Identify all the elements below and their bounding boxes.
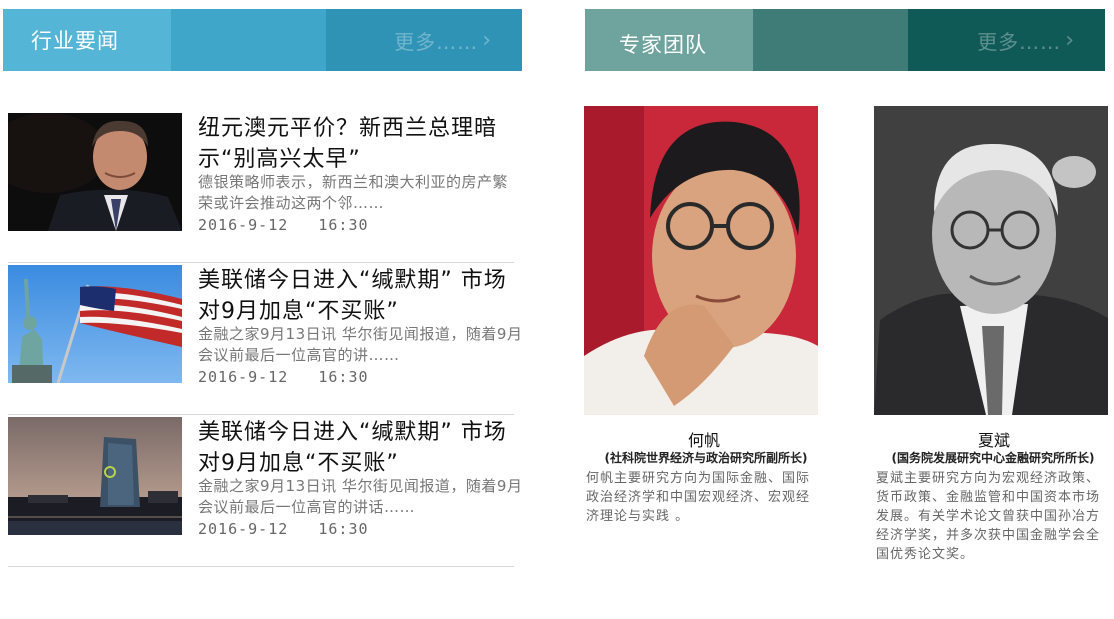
chevron-right-icon: › [1065, 27, 1075, 53]
expert-description: 夏斌主要研究方向为宏观经济政策、货币政策、金融监管和中国资本市场发展。有关学术论… [876, 471, 1101, 562]
news-timestamp: 2016-9-12 16:30 [198, 368, 369, 386]
expert-title: (社科院世界经济与政治研究所副所长) [604, 451, 808, 465]
news-summary: 金融之家9月13日讯 华尔街见闻报道，随着9月会议前最后一位高官的讲…… [198, 325, 523, 364]
news-title[interactable]: 美联储今日进入“缄默期” 市场对9月加息“不买账” [198, 265, 528, 327]
industry-news-title: 行业要闻 [31, 29, 119, 53]
news-time: 16:30 [318, 216, 369, 234]
news-date: 2016-9-12 [198, 216, 289, 234]
news-thumbnail [8, 113, 182, 231]
news-thumbnail [8, 265, 182, 383]
news-thumbnail [8, 417, 182, 535]
news-time: 16:30 [318, 368, 369, 386]
expert-description: 何帆主要研究方向为国际金融、国际政治经济学和中国宏观经济、宏观经济理论与实践 。 [586, 471, 811, 524]
news-date: 2016-9-12 [198, 520, 289, 538]
expert-team-more-link[interactable]: 更多…… › [977, 9, 1075, 71]
news-item[interactable]: 美联储今日进入“缄默期” 市场对9月加息“不买账” 金融之家9月13日讯 华尔街… [8, 417, 522, 567]
news-item[interactable]: 美联储今日进入“缄默期” 市场对9月加息“不买账” 金融之家9月13日讯 华尔街… [8, 265, 522, 415]
expert-portrait [874, 106, 1108, 415]
news-item[interactable]: 纽元澳元平价？新西兰总理暗示“别高兴太早” 德银策略师表示，新西兰和澳大利亚的房… [8, 113, 514, 263]
news-date: 2016-9-12 [198, 368, 289, 386]
expert-team-title: 专家团队 [619, 33, 707, 57]
header-segment [753, 9, 908, 71]
news-summary: 德银策略师表示，新西兰和澳大利亚的房产繁荣或许会推动这两个邻…… [198, 173, 509, 212]
more-label: 更多…… [394, 29, 479, 54]
news-title[interactable]: 美联储今日进入“缄默期” 市场对9月加息“不买账” [198, 417, 528, 479]
more-label: 更多…… [977, 29, 1062, 54]
news-time: 16:30 [318, 520, 369, 538]
news-summary: 金融之家9月13日讯 华尔街见闻报道，随着9月会议前最后一位高官的讲话…… [198, 477, 523, 516]
news-title[interactable]: 纽元澳元平价？新西兰总理暗示“别高兴太早” [198, 113, 528, 175]
industry-news-more-link[interactable]: 更多…… › [394, 9, 492, 71]
expert-team-header: 专家团队 更多…… › [585, 9, 1105, 71]
chevron-right-icon: › [482, 27, 492, 53]
expert-name: 何帆 [687, 431, 720, 450]
news-timestamp: 2016-9-12 16:30 [198, 520, 369, 538]
industry-news-header: 行业要闻 更多…… › [3, 9, 522, 71]
expert-title: (国务院发展研究中心金融研究所所长) [891, 451, 1095, 465]
header-segment [171, 9, 326, 71]
expert-name: 夏斌 [977, 431, 1010, 450]
expert-portrait [584, 106, 818, 415]
news-timestamp: 2016-9-12 16:30 [198, 216, 369, 234]
